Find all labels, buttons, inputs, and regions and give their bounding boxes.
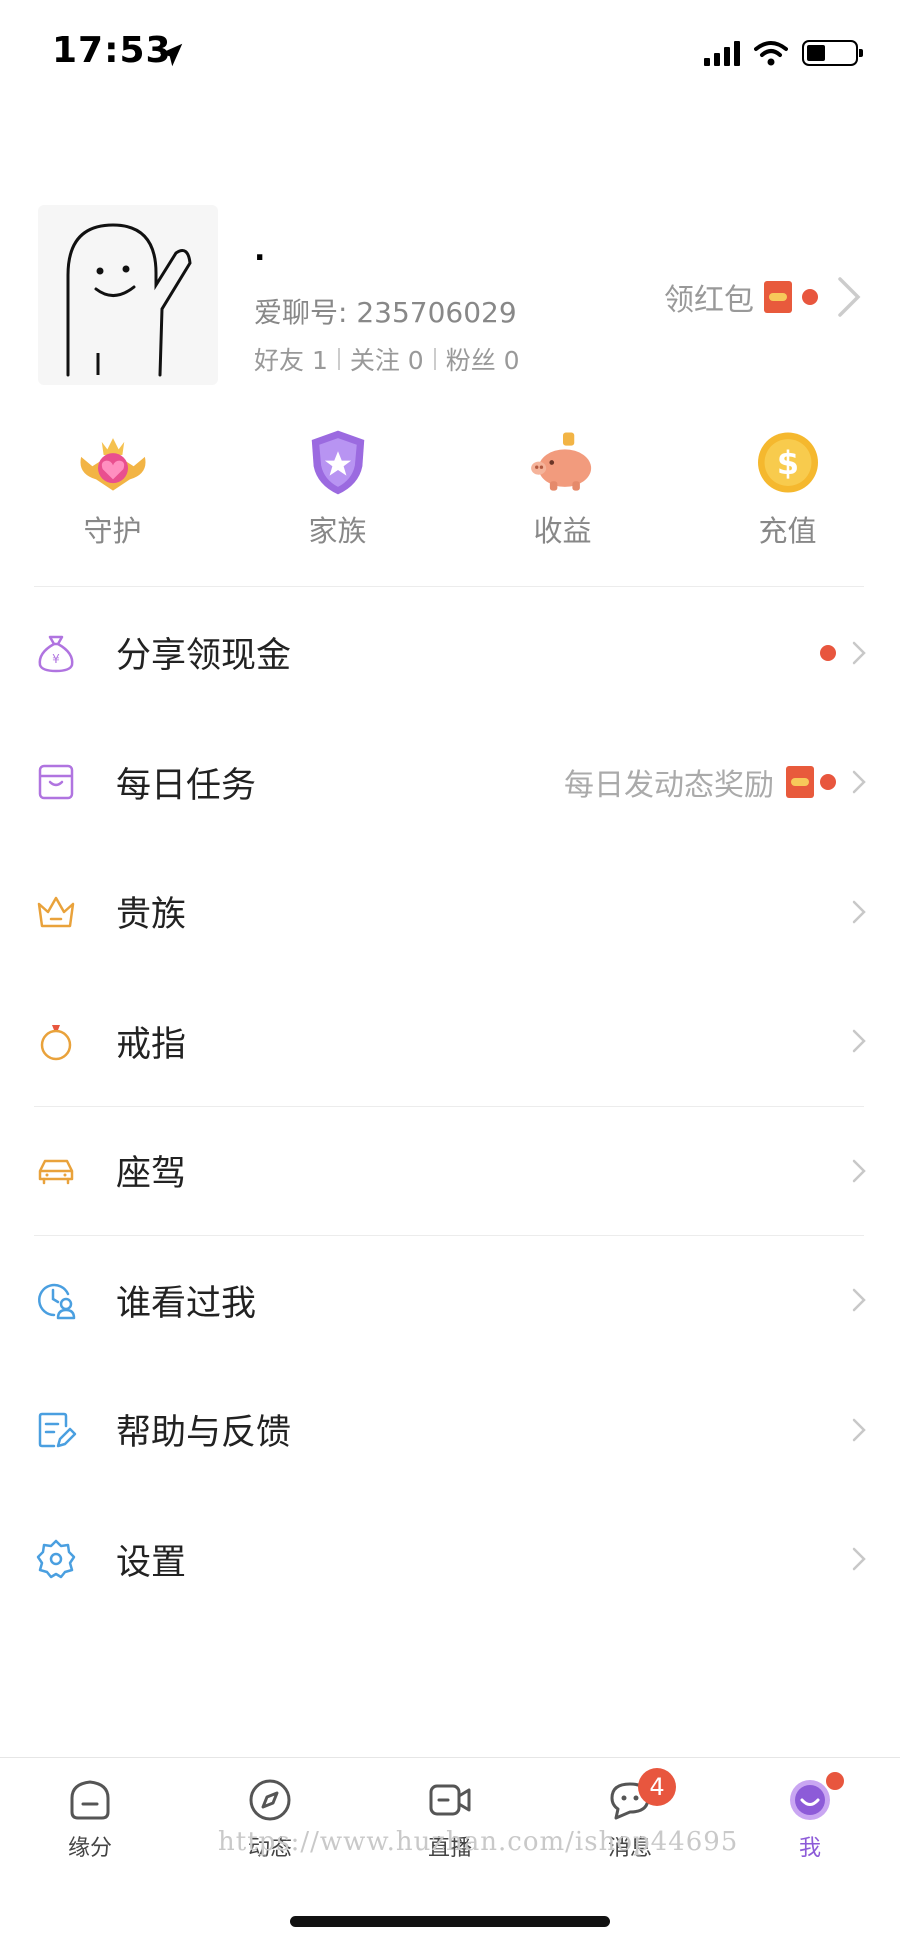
status-bar: 17:53 — [0, 0, 900, 110]
divider — [337, 348, 340, 370]
chevron-right-icon — [852, 1289, 866, 1312]
menu-item-nobility[interactable]: 贵族 — [0, 847, 900, 977]
menu-item-right — [848, 1156, 870, 1186]
menu-item-label: 分享领现金 — [116, 636, 292, 677]
guard-crown-icon — [80, 438, 145, 491]
following-count[interactable]: 关注 0 — [350, 341, 424, 377]
page: 17:53 . 爱聊号: 235706029 好友 1 关注 0 粉丝 0 领红… — [0, 0, 900, 1948]
unread-badge: 4 — [638, 1768, 676, 1806]
fans-count[interactable]: 粉丝 0 — [446, 341, 520, 377]
location-arrow-icon — [159, 43, 183, 67]
notification-dot — [820, 644, 836, 661]
avatar[interactable] — [38, 205, 218, 385]
piggy-bank-icon — [530, 432, 591, 491]
quick-action-label: 守护 — [83, 514, 142, 548]
menu-item-share-cash[interactable]: ¥ 分享领现金 — [0, 588, 900, 718]
menu-item-right — [848, 1415, 870, 1445]
quick-action-label: 收益 — [533, 514, 592, 548]
menu-item-hint: 每日发动态奖励 — [564, 768, 774, 804]
video-icon — [429, 1784, 471, 1816]
tab-fate[interactable]: 缘分 — [30, 1776, 150, 1862]
coin-icon: $ — [757, 432, 818, 493]
menu-item-daily-task[interactable]: 每日任务 每日发动态奖励 — [0, 718, 900, 848]
svg-text:¥: ¥ — [52, 652, 60, 666]
ring-icon — [40, 1025, 72, 1061]
chevron-right-icon — [852, 1159, 866, 1182]
section-divider — [34, 586, 864, 587]
signal-icon — [704, 40, 740, 66]
user-id: 爱聊号: 235706029 — [254, 296, 517, 329]
quick-action-label: 充值 — [758, 514, 817, 548]
profile-stats: 好友 1 关注 0 粉丝 0 — [254, 341, 520, 377]
section-divider — [34, 1106, 864, 1107]
wifi-icon — [754, 41, 788, 66]
home-icon — [70, 1780, 110, 1820]
home-indicator — [290, 1916, 610, 1927]
svg-text:$: $ — [776, 444, 798, 482]
task-icon — [38, 765, 74, 800]
menu-item-help-feedback[interactable]: 帮助与反馈 — [0, 1365, 900, 1495]
red-envelope-icon — [764, 281, 792, 313]
menu-item-label: 帮助与反馈 — [116, 1413, 292, 1454]
gear-icon — [36, 1540, 76, 1579]
notification-dot — [826, 1772, 844, 1790]
chevron-right-icon — [852, 1418, 866, 1441]
visitor-icon — [38, 1284, 76, 1320]
menu-item-right — [848, 1026, 870, 1056]
money-bag-icon: ¥ — [38, 635, 74, 673]
menu-item-right — [848, 1544, 870, 1574]
battery-icon — [802, 40, 863, 66]
divider — [433, 348, 436, 370]
compass-icon — [249, 1779, 291, 1821]
friends-count[interactable]: 好友 1 — [254, 341, 328, 377]
menu-item-right — [820, 638, 870, 668]
menu-item-label: 设置 — [116, 1542, 187, 1583]
chevron-right-icon — [838, 277, 861, 317]
profile-header[interactable]: . 爱聊号: 235706029 好友 1 关注 0 粉丝 0 领红包 — [38, 205, 868, 385]
notification-dot — [820, 774, 836, 791]
menu-item-label: 贵族 — [116, 895, 187, 936]
menu-item-label: 戒指 — [116, 1024, 187, 1065]
quick-action-label: 家族 — [308, 514, 367, 548]
menu-item-visitors[interactable]: 谁看过我 — [0, 1236, 900, 1366]
chevron-right-icon — [852, 641, 866, 664]
menu-item-label: 每日任务 — [116, 765, 257, 806]
quick-actions: 守护 家族 收益 $ 充值 — [0, 425, 900, 550]
menu-item-right: 每日发动态奖励 — [564, 760, 870, 804]
menu-item-settings[interactable]: 设置 — [0, 1495, 900, 1625]
status-indicators — [704, 40, 863, 66]
status-time: 17:53 — [52, 30, 172, 71]
menu-item-vehicle[interactable]: 座驾 — [0, 1106, 900, 1236]
watermark: https://www.huzhan.com/ishop44695 — [218, 1827, 739, 1857]
quick-action-income[interactable]: 收益 — [450, 425, 675, 550]
car-icon — [38, 1159, 74, 1184]
crown-icon — [37, 896, 75, 927]
red-packet-entry[interactable]: 领红包 — [664, 273, 868, 321]
tab-me[interactable]: 我 — [750, 1772, 870, 1862]
feedback-icon — [38, 1412, 77, 1447]
menu-item-right — [848, 1285, 870, 1315]
quick-action-recharge[interactable]: $ 充值 — [675, 425, 900, 550]
quick-action-family[interactable]: 家族 — [225, 425, 450, 550]
chevron-right-icon — [852, 900, 866, 923]
tab-label: 缘分 — [67, 1836, 112, 1861]
section-divider — [34, 1235, 864, 1236]
menu-item-ring[interactable]: 戒指 — [0, 977, 900, 1107]
quick-action-guard[interactable]: 守护 — [0, 425, 225, 550]
menu-item-right — [848, 897, 870, 927]
tab-label: 我 — [798, 1836, 821, 1861]
family-shield-icon — [311, 430, 364, 495]
avatar-doodle-icon — [66, 223, 192, 377]
notification-dot — [802, 289, 818, 305]
chevron-right-icon — [852, 1030, 866, 1053]
chevron-right-icon — [852, 771, 866, 794]
red-envelope-icon — [786, 766, 814, 799]
red-packet-label: 领红包 — [664, 283, 754, 318]
menu-item-label: 谁看过我 — [116, 1283, 257, 1324]
menu-item-label: 座驾 — [116, 1154, 187, 1195]
chevron-right-icon — [852, 1548, 866, 1571]
nickname: . — [254, 233, 266, 268]
